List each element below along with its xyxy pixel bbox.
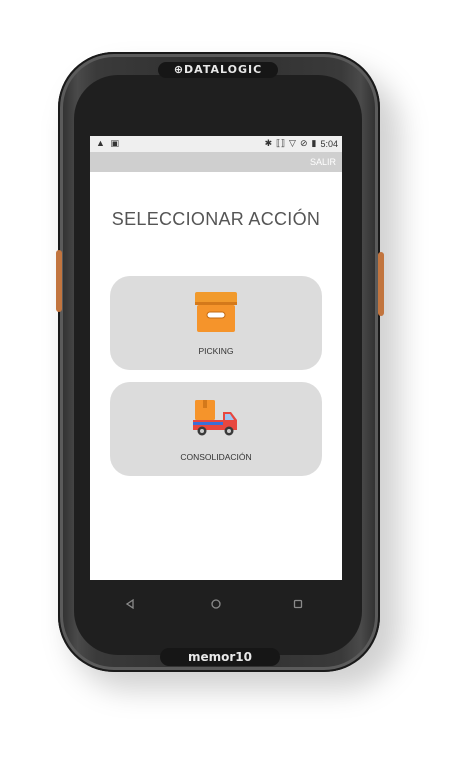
device-model-logo: memor10 xyxy=(160,648,280,666)
android-nav-bar xyxy=(90,590,342,620)
box-icon xyxy=(195,292,237,332)
status-left-icons: ▲ ▣ xyxy=(96,138,119,149)
wifi-icon: ▽ xyxy=(289,138,296,148)
alert-icon: ▲ xyxy=(96,138,105,148)
delivery-truck-icon xyxy=(193,400,237,436)
vibrate-icon: ⟦⟧ xyxy=(276,138,286,148)
device-screen: ▲ ▣ ✱ ⟦⟧ ▽ ⊘ ▮ 5:04 SALIR SELECCIONAR AC… xyxy=(90,136,342,580)
status-right-icons: ✱ ⟦⟧ ▽ ⊘ ▮ 5:04 xyxy=(265,138,338,149)
side-button-left xyxy=(56,250,62,312)
battery-icon: ▮ xyxy=(311,138,317,148)
image-icon: ▣ xyxy=(110,138,119,148)
picking-label: PICKING xyxy=(198,346,234,356)
consolidation-button[interactable]: CONSOLIDACIÓN xyxy=(110,382,322,476)
home-icon[interactable] xyxy=(208,596,224,612)
back-icon[interactable] xyxy=(122,596,138,612)
status-bar: ▲ ▣ ✱ ⟦⟧ ▽ ⊘ ▮ 5:04 xyxy=(90,136,342,152)
no-sim-icon: ⊘ xyxy=(299,138,308,148)
side-button-right xyxy=(378,252,384,316)
device-brand-logo: ⊕DATALOGIC xyxy=(158,62,278,78)
page-title: SELECCIONAR ACCIÓN xyxy=(111,209,321,229)
status-time: 5:04 xyxy=(320,138,338,149)
exit-button[interactable]: SALIR xyxy=(310,157,336,167)
app-bar: SALIR xyxy=(90,152,342,172)
bluetooth-icon: ✱ xyxy=(264,138,273,148)
consolidation-label: CONSOLIDACIÓN xyxy=(180,452,252,462)
picking-button[interactable]: PICKING xyxy=(110,276,322,370)
recents-icon[interactable] xyxy=(290,596,306,612)
